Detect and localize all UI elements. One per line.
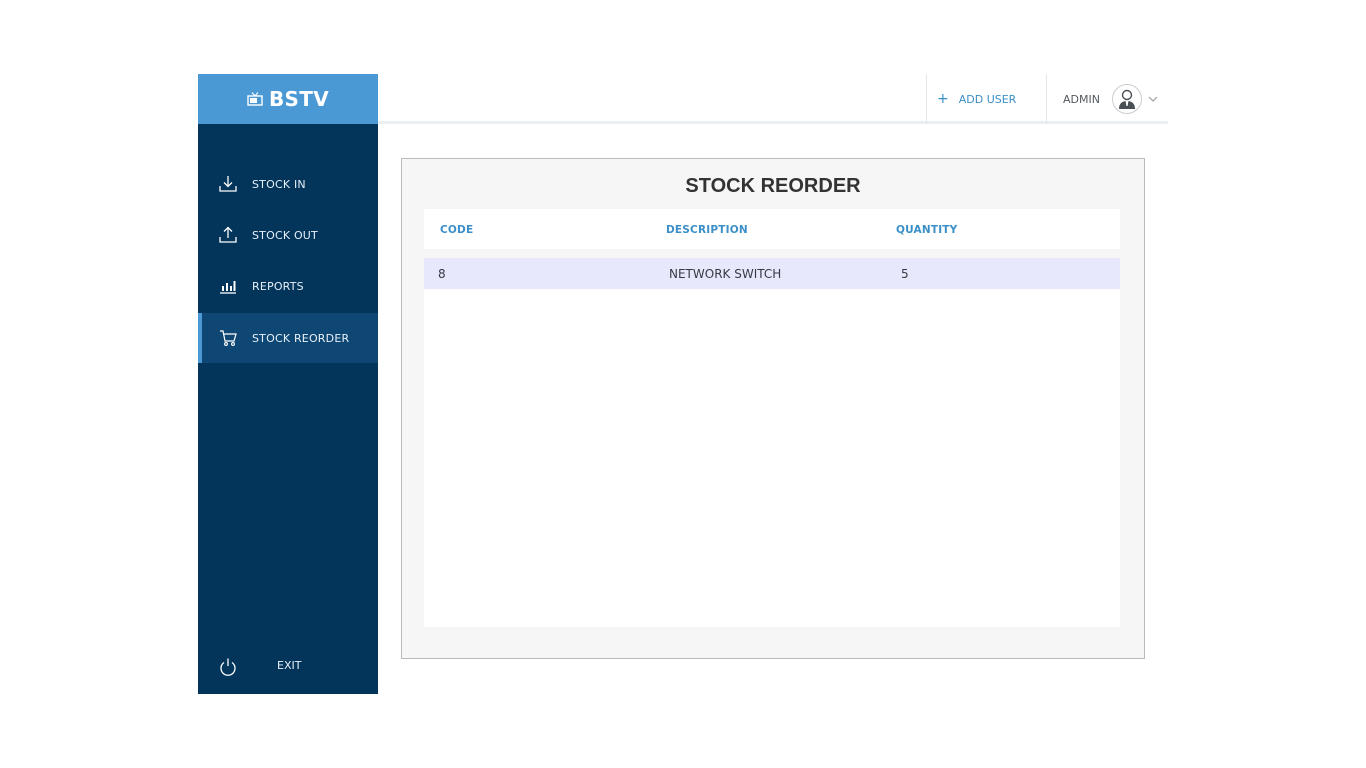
stock-reorder-panel: STOCK REORDER CODE DESCRIPTION QUANTITY …: [401, 158, 1145, 659]
brand-logo[interactable]: BSTV: [198, 74, 378, 124]
bar-chart-icon: [220, 281, 236, 294]
power-icon: [220, 658, 236, 676]
sidebar-item-stock-out[interactable]: STOCK OUT: [198, 210, 378, 260]
divider: [926, 74, 927, 124]
exit-label: EXIT: [277, 659, 302, 672]
page-title: STOCK REORDER: [685, 175, 861, 197]
cell-code: 8: [438, 267, 446, 281]
app-window: BSTV STOCK IN STOCK OUT REPORTS STOCK RE…: [198, 74, 1168, 694]
cell-description: NETWORK SWITCH: [669, 267, 782, 281]
sidebar-item-stock-in[interactable]: STOCK IN: [198, 159, 378, 209]
brand-name: BSTV: [269, 87, 329, 111]
sidebar-item-label: STOCK IN: [252, 177, 306, 191]
reorder-table: CODE DESCRIPTION QUANTITY 8 NETWORK SWIT…: [424, 209, 1120, 627]
sidebar-item-label: STOCK OUT: [252, 228, 318, 242]
download-icon: [219, 176, 237, 192]
table-row[interactable]: 8 NETWORK SWITCH 5: [424, 258, 1120, 289]
sidebar-item-label: STOCK REORDER: [252, 331, 350, 345]
sidebar-item-label: REPORTS: [252, 279, 304, 293]
user-avatar-icon: [1118, 89, 1135, 109]
column-header-quantity[interactable]: QUANTITY: [896, 224, 957, 236]
top-bar: + ADD USER ADMIN: [378, 74, 1168, 124]
tv-icon: [247, 92, 263, 106]
column-header-code[interactable]: CODE: [440, 224, 473, 236]
upload-icon: [219, 226, 237, 243]
sidebar-item-stock-reorder[interactable]: STOCK REORDER: [198, 313, 378, 363]
sidebar-item-reports[interactable]: REPORTS: [198, 261, 378, 311]
add-user-button[interactable]: + ADD USER: [937, 74, 1016, 124]
user-label: ADMIN: [1063, 92, 1100, 106]
chevron-down-icon: [1148, 96, 1158, 102]
cart-icon: [220, 330, 237, 346]
user-menu[interactable]: ADMIN: [1063, 74, 1158, 124]
cell-quantity: 5: [901, 267, 909, 281]
add-user-label: ADD USER: [958, 92, 1017, 106]
table-header: CODE DESCRIPTION QUANTITY: [424, 209, 1120, 249]
exit-button[interactable]: EXIT: [198, 642, 378, 692]
column-header-description[interactable]: DESCRIPTION: [666, 224, 748, 236]
sidebar: BSTV STOCK IN STOCK OUT REPORTS STOCK RE…: [198, 74, 378, 694]
plus-icon: +: [937, 91, 949, 107]
header-separator: [424, 249, 1120, 258]
avatar: [1111, 84, 1142, 114]
divider: [1046, 74, 1047, 124]
